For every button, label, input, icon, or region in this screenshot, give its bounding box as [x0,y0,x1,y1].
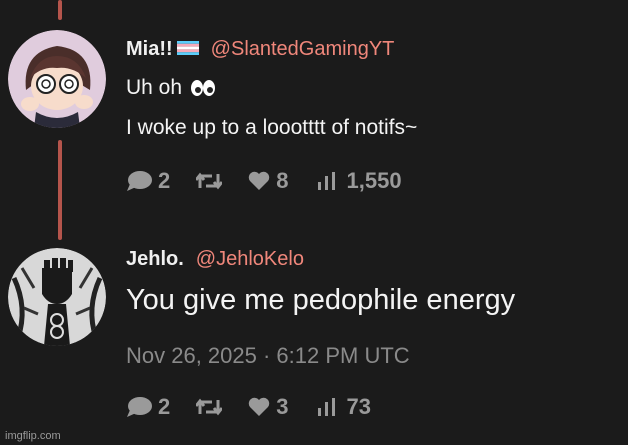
author-row: Mia!! @SlantedGamingYT [126,38,394,61]
author-name[interactable]: Mia!! [126,38,173,61]
retweet-button[interactable] [196,398,223,416]
heart-icon [249,397,270,416]
like-button[interactable]: 8 [248,168,289,194]
view-count: 73 [346,394,371,419]
post-text: You give me pedophile energy [126,284,516,316]
reply-button[interactable]: 2 [126,168,170,194]
view-count: 1,550 [346,168,402,193]
post-timestamp[interactable]: Nov 26, 2025 · 6:12 PM UTC [126,343,410,369]
like-button[interactable]: 3 [248,394,289,420]
reply-icon [127,397,152,417]
post-text: Uh oh [126,76,183,99]
like-count: 3 [276,394,289,419]
author-name[interactable]: Jehlo. [126,248,184,271]
reply-button[interactable]: 2 [126,394,170,420]
avatar[interactable] [8,30,106,128]
post-text-line-2: I woke up to a loootttt of notifs~ [126,116,418,139]
views-bar-chart-icon [317,172,335,190]
post-text-line-1: Uh oh [126,76,216,100]
avatar[interactable] [8,248,106,346]
retweet-icon [196,172,223,190]
like-count: 8 [276,168,289,193]
watermark: imgflip.com [5,430,61,442]
post-actions: 2 3 73 [126,394,371,420]
views-bar-chart-icon [317,398,335,416]
eyes-icon [191,80,216,96]
heart-icon [249,171,270,190]
post-actions: 2 8 1,550 [126,168,402,194]
retweet-button[interactable] [196,172,223,190]
retweet-icon [196,398,223,416]
reply-count: 2 [158,168,171,193]
views-button[interactable]: 73 [317,394,371,420]
author-handle[interactable]: @SlantedGamingYT [211,38,395,61]
thread-line-connector [58,140,62,240]
reply-count: 2 [158,394,171,419]
author-handle[interactable]: @JehloKelo [196,248,304,271]
transgender-flag-icon [176,41,199,55]
thread-line-top [58,0,62,20]
views-button[interactable]: 1,550 [317,168,402,194]
author-row: Jehlo. @JehloKelo [126,248,304,271]
reply-icon [127,171,152,191]
